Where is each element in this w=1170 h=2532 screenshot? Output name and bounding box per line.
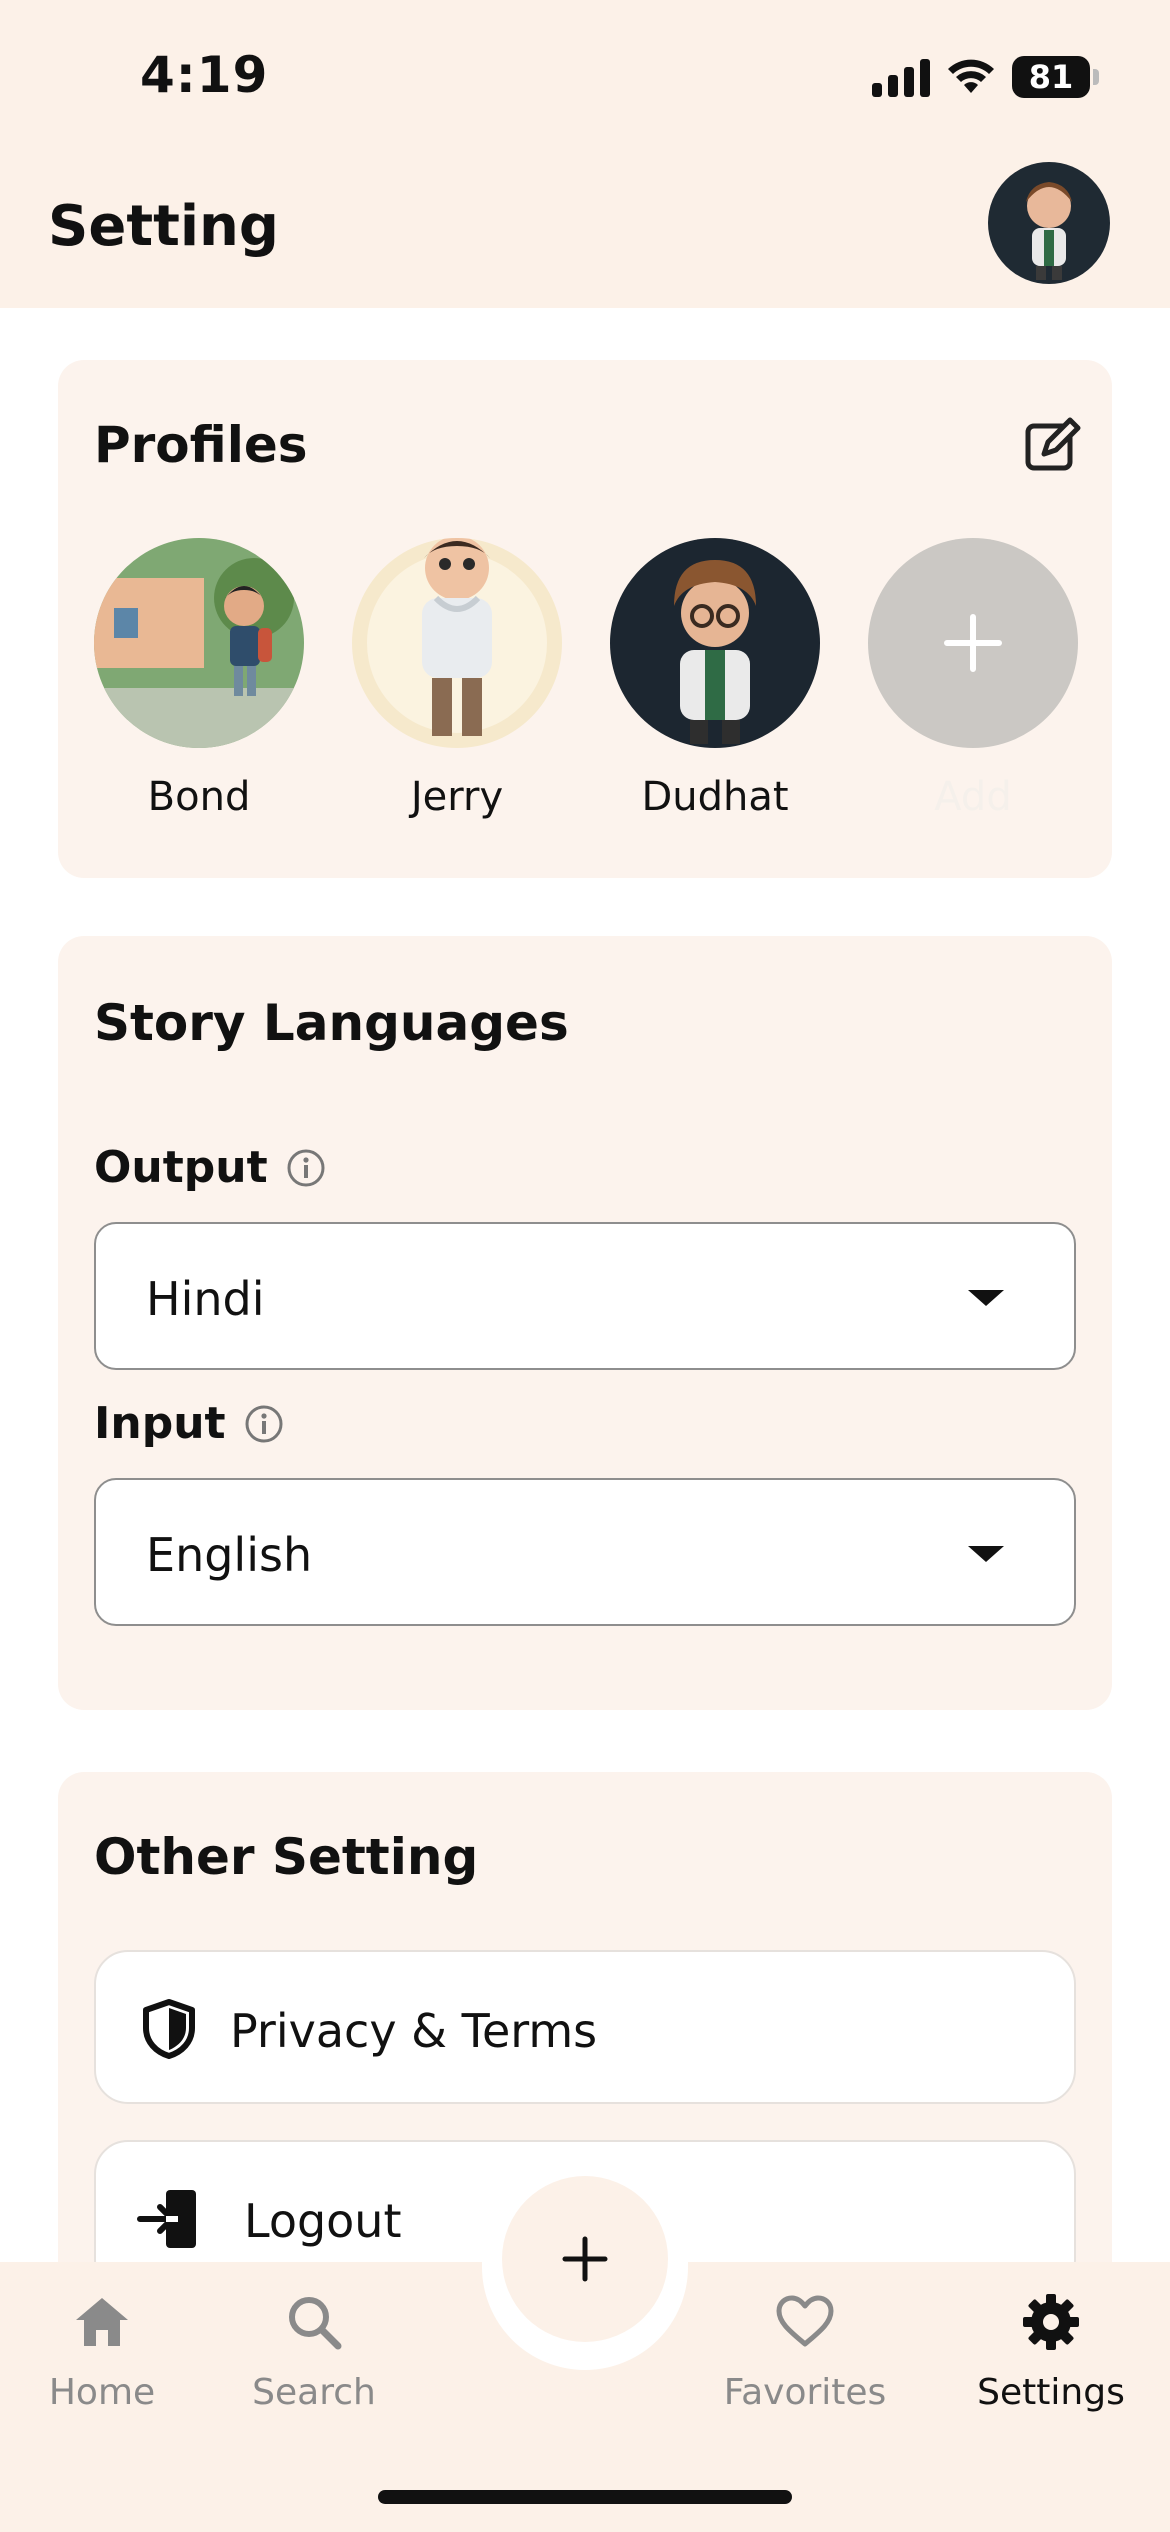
story-languages-card: Story Languages Output Hindi Input Engli… — [58, 936, 1112, 1710]
nav-search[interactable]: Search — [214, 2290, 414, 2413]
nav-settings[interactable]: Settings — [951, 2290, 1151, 2413]
nav-favorites[interactable]: Favorites — [705, 2290, 905, 2413]
profile-avatar-dudhat — [610, 538, 820, 748]
avatar[interactable] — [988, 162, 1110, 284]
status-time: 4:19 — [140, 46, 269, 104]
home-indicator — [378, 2490, 792, 2504]
wifi-icon — [948, 59, 994, 93]
profiles-card: Profiles Bond Jerry Dudhat Add — [58, 360, 1112, 878]
add-profile-label: Add — [934, 774, 1012, 820]
info-icon[interactable] — [244, 1404, 284, 1444]
input-language-value: English — [146, 1528, 313, 1582]
edit-icon[interactable] — [1022, 416, 1082, 476]
output-label: Output — [94, 1142, 268, 1193]
add-profile-button[interactable]: Add — [868, 538, 1078, 820]
shield-icon — [143, 1999, 195, 2059]
nav-home-label: Home — [48, 2372, 156, 2413]
heart-icon — [776, 2295, 834, 2347]
nav-home[interactable]: Home — [2, 2290, 202, 2413]
info-icon[interactable] — [286, 1148, 326, 1188]
profile-jerry[interactable]: Jerry — [352, 538, 562, 820]
profile-name: Bond — [147, 774, 251, 820]
profile-dudhat[interactable]: Dudhat — [610, 538, 820, 820]
create-story-button[interactable] — [502, 2176, 668, 2342]
signal-icon — [872, 57, 930, 97]
battery-icon: 81 — [1012, 56, 1099, 98]
logout-icon — [137, 2190, 196, 2248]
profiles-title: Profiles — [94, 416, 308, 474]
input-label-row: Input — [94, 1398, 284, 1449]
battery-level: 81 — [1028, 58, 1074, 96]
input-language-select[interactable]: English — [94, 1478, 1076, 1626]
plus-icon — [944, 614, 1002, 672]
profile-bond[interactable]: Bond — [94, 538, 304, 820]
plus-icon — [562, 2236, 608, 2282]
privacy-terms-button[interactable]: Privacy & Terms — [94, 1950, 1076, 2104]
input-label: Input — [94, 1398, 226, 1449]
profile-name: Jerry — [410, 774, 504, 820]
output-language-value: Hindi — [146, 1272, 265, 1326]
profile-name: Dudhat — [641, 774, 789, 820]
logout-label: Logout — [244, 2194, 402, 2248]
nav-search-label: Search — [252, 2372, 376, 2413]
output-label-row: Output — [94, 1142, 326, 1193]
page-title: Setting — [48, 194, 279, 259]
status-icons: 81 — [872, 54, 1099, 100]
chevron-down-icon — [968, 1546, 1004, 1562]
story-languages-title: Story Languages — [94, 994, 569, 1052]
add-profile-circle — [868, 538, 1078, 748]
other-setting-title: Other Setting — [94, 1828, 479, 1886]
profile-avatar-bond — [94, 538, 304, 748]
top-bar: 4:19 81 Setting — [0, 0, 1170, 308]
profile-avatar-jerry — [352, 538, 562, 748]
nav-settings-label: Settings — [977, 2372, 1125, 2413]
nav-favorites-label: Favorites — [723, 2372, 887, 2413]
home-icon — [76, 2298, 128, 2346]
search-icon — [289, 2297, 342, 2350]
gear-icon — [1023, 2294, 1079, 2350]
output-language-select[interactable]: Hindi — [94, 1222, 1076, 1370]
chevron-down-icon — [968, 1290, 1004, 1306]
privacy-terms-label: Privacy & Terms — [230, 2004, 598, 2058]
